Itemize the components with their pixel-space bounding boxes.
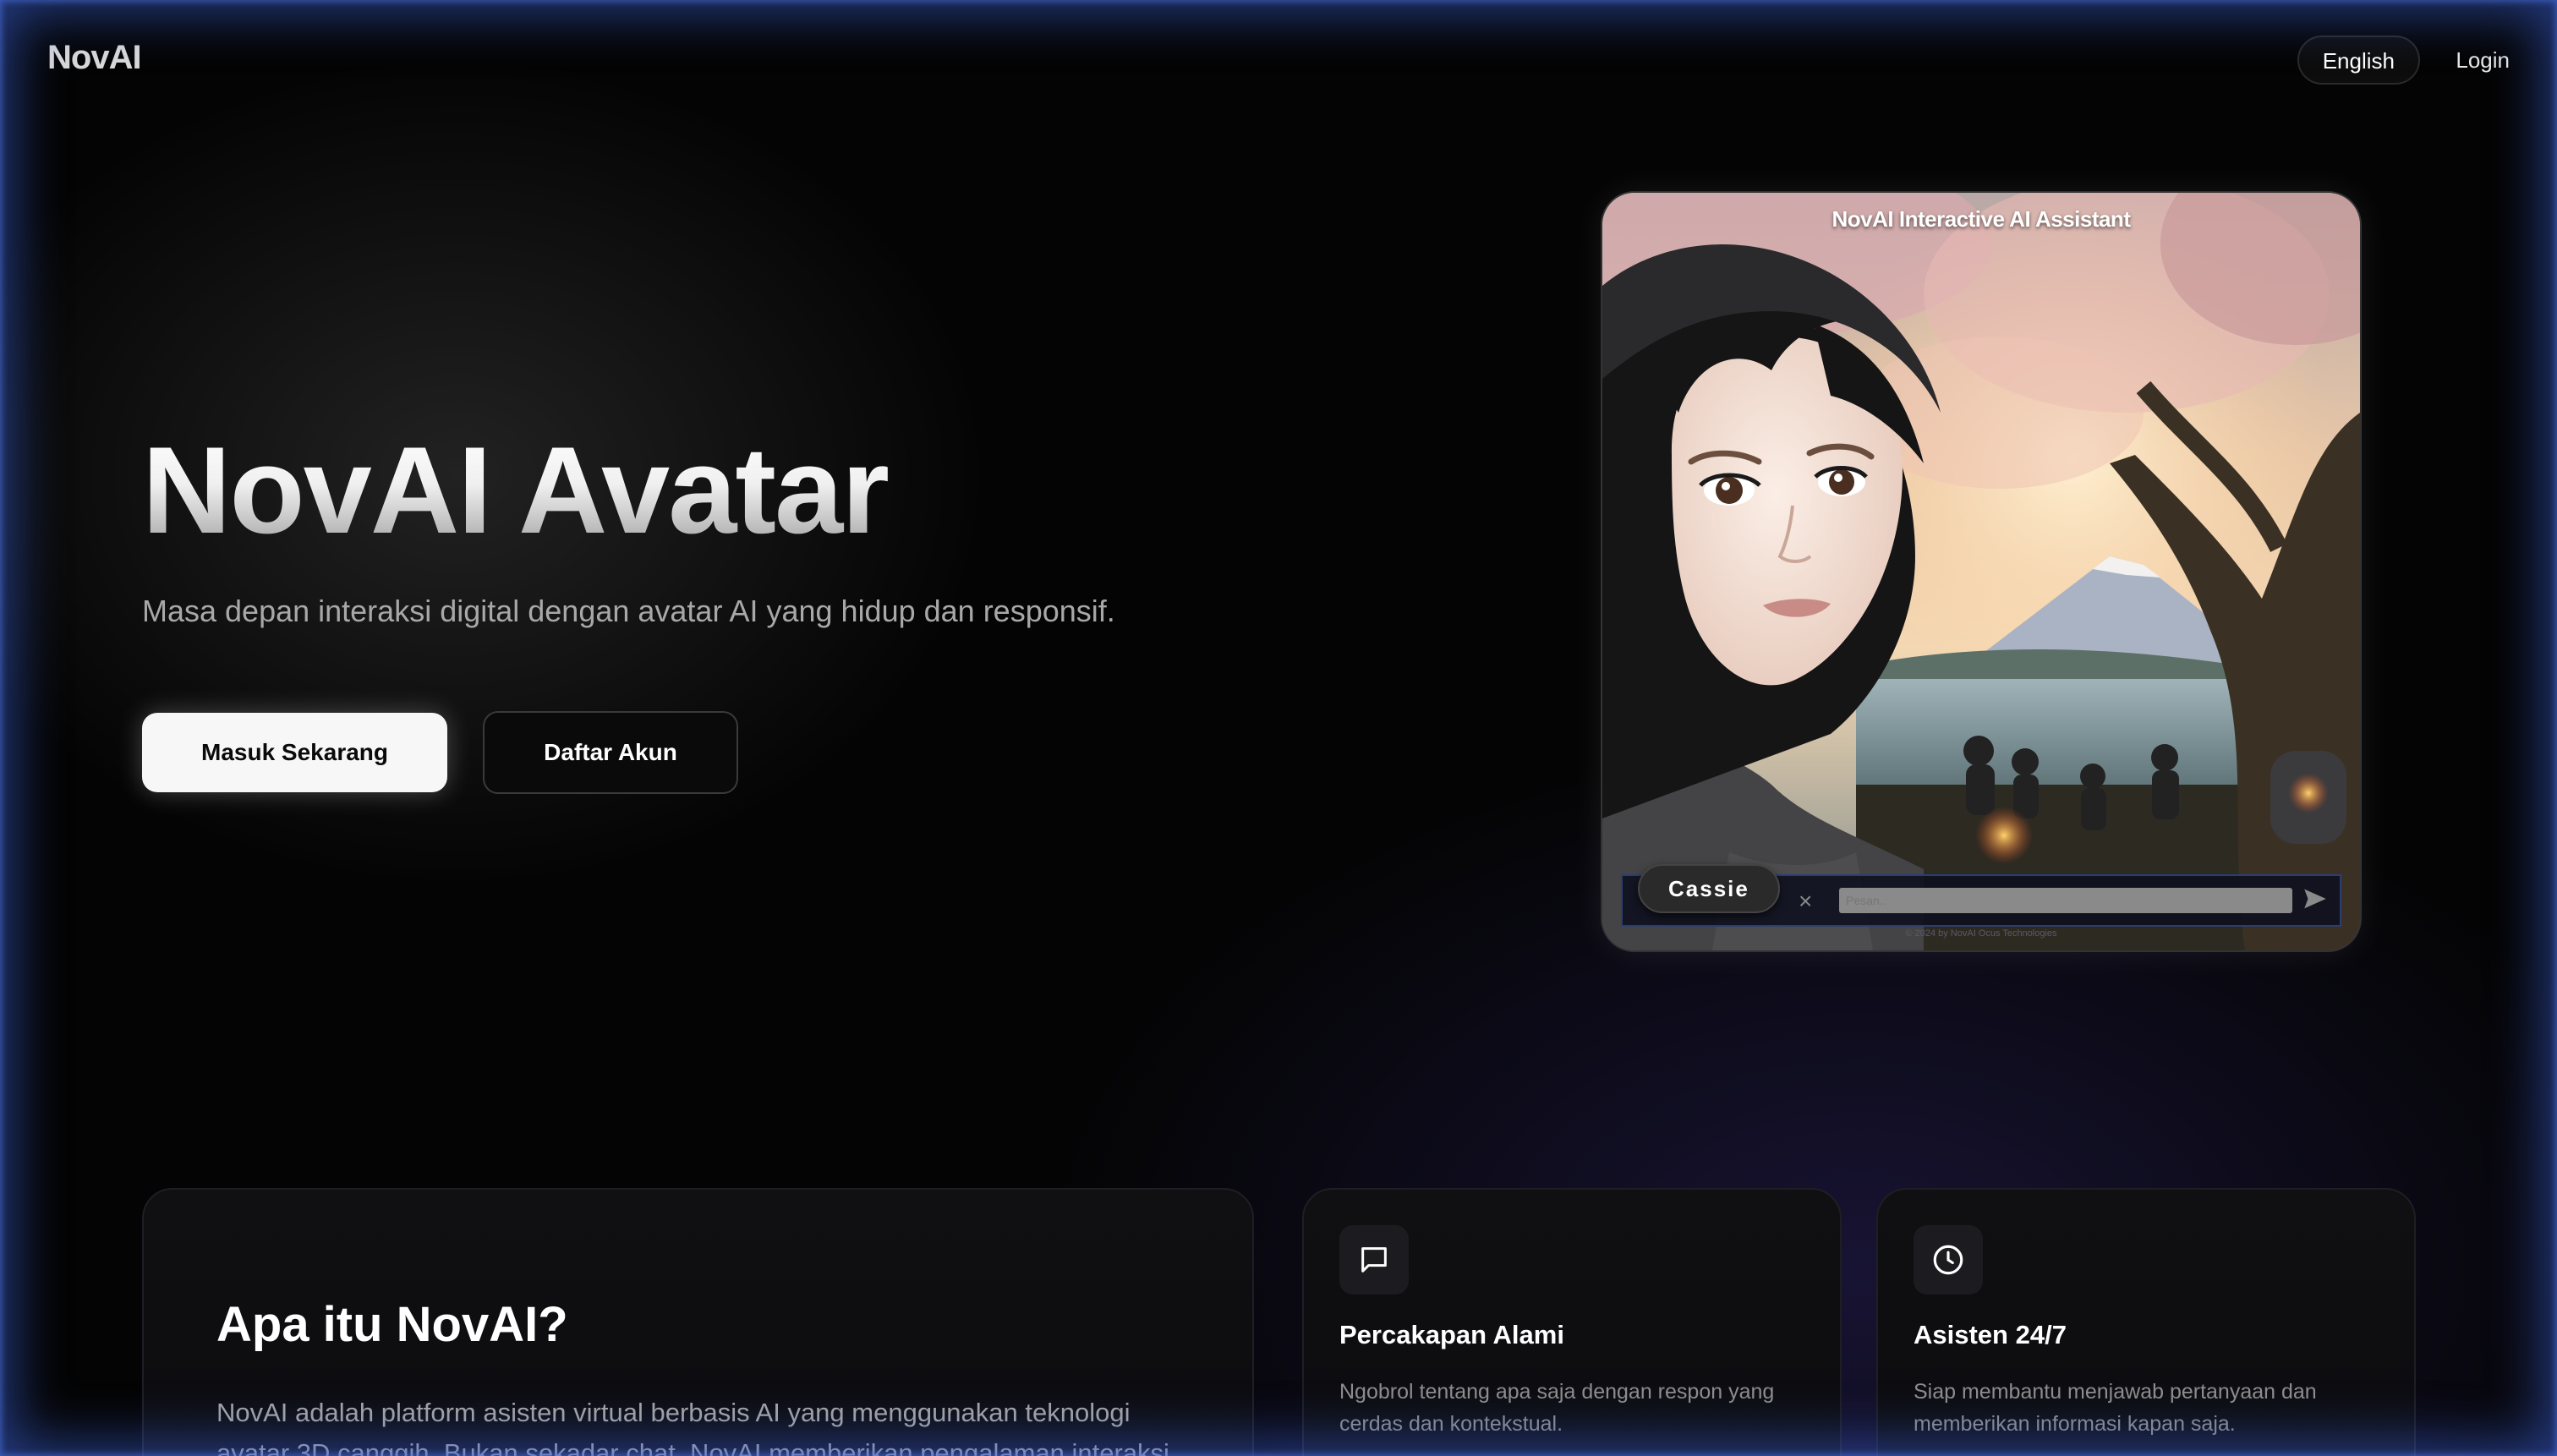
clock-icon: [1914, 1225, 1983, 1295]
avatar-name-badge[interactable]: Cassie: [1638, 864, 1780, 913]
about-title: Apa itu NovAI?: [216, 1297, 568, 1352]
feature-description: Ngobrol tentang apa saja dengan respon y…: [1339, 1380, 1775, 1436]
feature-title: Percakapan Alami: [1339, 1320, 1564, 1349]
language-button[interactable]: English: [2297, 36, 2420, 85]
feature-description: Siap membantu menjawab pertanyaan dan me…: [1914, 1380, 2317, 1436]
about-text: NovAI adalah platform asisten virtual be…: [216, 1398, 1169, 1456]
hero-title: NovAI Avatar: [142, 421, 890, 559]
about-card: Apa itu NovAI? NovAI adalah platform asi…: [142, 1188, 1254, 1456]
feature-card-natural-conversation: Percakapan Alami Ngobrol tentang apa saj…: [1302, 1188, 1842, 1456]
daftar-akun-button[interactable]: Daftar Akun: [483, 711, 738, 794]
avatar-card-title: NovAI Interactive AI Assistant: [1832, 206, 2131, 232]
avatar-scene-illustration: [1602, 193, 2360, 950]
avatar-preview-card: NovAI Interactive AI Assistant Cassie × …: [1601, 191, 2362, 952]
hero-subtitle: Masa depan interaksi digital dengan avat…: [142, 594, 1115, 628]
feature-card-assistant-24-7: Asisten 24/7 Siap membantu menjawab pert…: [1876, 1188, 2416, 1456]
page: NovAI English Login NovAI Avatar Masa de…: [0, 0, 2557, 1456]
chat-message-input[interactable]: [1839, 888, 2292, 913]
chat-bubble-icon: [1339, 1225, 1409, 1295]
avatar-card-footer: © 2024 by NovAI Ocus Technologies: [1905, 928, 2057, 939]
masuk-sekarang-button[interactable]: Masuk Sekarang: [142, 713, 447, 792]
login-link[interactable]: Login: [2456, 47, 2510, 74]
feature-title: Asisten 24/7: [1914, 1320, 2067, 1349]
logo[interactable]: NovAI: [47, 39, 142, 77]
close-icon[interactable]: ×: [1799, 888, 1812, 915]
send-icon[interactable]: [2301, 884, 2330, 913]
